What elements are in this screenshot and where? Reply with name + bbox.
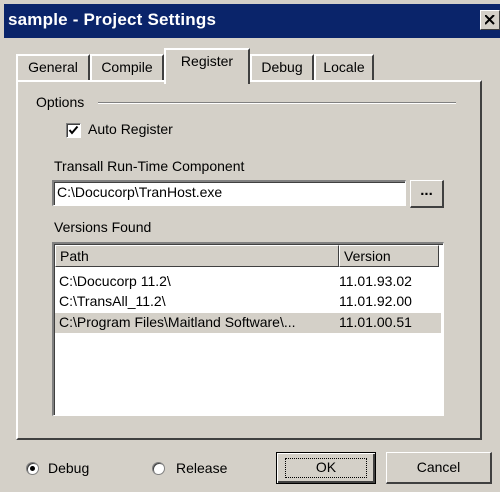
window-title: sample - Project Settings — [8, 10, 217, 29]
debug-radio-label: Debug — [48, 460, 90, 476]
tab-label: General — [28, 59, 78, 75]
version-number: 11.01.00.51 — [339, 314, 412, 330]
column-header-label: Path — [60, 248, 89, 264]
version-row[interactable]: C:\TransAll_11.2\ 11.01.92.00 — [55, 292, 441, 312]
version-row-selected[interactable]: C:\Program Files\Maitland Software\... 1… — [55, 313, 441, 333]
browse-button[interactable]: ... — [410, 180, 444, 208]
version-path: C:\TransAll_11.2\ — [59, 293, 166, 309]
auto-register-checkbox[interactable] — [66, 123, 81, 138]
ok-button[interactable]: OK — [276, 452, 376, 484]
tab-general[interactable]: General — [16, 54, 90, 80]
tab-label: Compile — [101, 59, 153, 75]
close-icon — [485, 15, 495, 25]
runtime-component-field[interactable]: C:\Docucorp\TranHost.exe — [52, 180, 406, 206]
radio-selected-dot — [30, 466, 35, 471]
versions-list[interactable]: Path Version C:\Docucorp 11.2\ 11.01.93.… — [52, 242, 444, 416]
release-radio[interactable] — [152, 462, 165, 475]
version-number: 11.01.92.00 — [339, 293, 412, 309]
version-path: C:\Docucorp 11.2\ — [59, 273, 171, 289]
column-header-label: Version — [344, 248, 391, 264]
version-row[interactable]: C:\Docucorp 11.2\ 11.01.93.02 — [55, 272, 441, 292]
runtime-component-label: Transall Run-Time Component — [54, 158, 245, 174]
project-settings-dialog: sample - Project Settings General Compil… — [0, 0, 500, 492]
tab-label: Debug — [261, 59, 303, 75]
close-button[interactable] — [480, 10, 500, 30]
column-header-path[interactable]: Path — [55, 245, 339, 267]
runtime-component-value: C:\Docucorp\TranHost.exe — [57, 184, 223, 200]
debug-radio[interactable] — [26, 462, 39, 475]
ok-button-label: OK — [315, 459, 337, 475]
cancel-button-label: Cancel — [416, 459, 461, 475]
auto-register-label: Auto Register — [88, 121, 173, 137]
cancel-button[interactable]: Cancel — [386, 452, 492, 484]
tab-label: Locale — [323, 59, 365, 75]
versions-found-label: Versions Found — [54, 219, 152, 235]
title-bar: sample - Project Settings — [4, 4, 500, 38]
options-group-label: Options — [36, 94, 85, 110]
checkmark-icon — [68, 125, 79, 135]
tab-debug[interactable]: Debug — [250, 54, 314, 80]
version-path: C:\Program Files\Maitland Software\... — [59, 314, 296, 330]
browse-button-label: ... — [420, 182, 433, 199]
column-header-version[interactable]: Version — [339, 245, 439, 267]
release-radio-label: Release — [176, 460, 228, 476]
tab-locale[interactable]: Locale — [314, 54, 374, 80]
version-number: 11.01.93.02 — [339, 273, 412, 289]
tab-register[interactable]: Register — [164, 48, 250, 84]
tab-label: Register — [180, 53, 234, 69]
options-group-divider — [98, 102, 456, 104]
tab-compile[interactable]: Compile — [90, 54, 164, 80]
